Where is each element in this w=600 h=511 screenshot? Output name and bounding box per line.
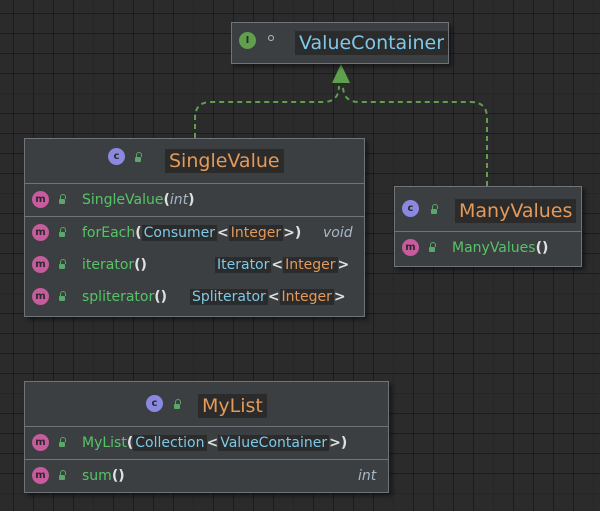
return-type: int bbox=[358, 468, 377, 484]
method-icon: m bbox=[402, 239, 419, 256]
my-list-constructors: m MyList(Collection < ValueContainer >) bbox=[25, 427, 388, 460]
constructor-signature: ManyValues() bbox=[452, 240, 549, 256]
param-type: Collection bbox=[133, 435, 207, 451]
method-icon: m bbox=[32, 256, 49, 273]
class-icon: c bbox=[108, 148, 125, 165]
lock-icon bbox=[59, 470, 66, 480]
single-value-header: c SingleValue bbox=[25, 139, 364, 184]
method-name: sum bbox=[82, 468, 112, 484]
value-container-title: ValueContainer bbox=[295, 31, 449, 55]
lock-icon bbox=[59, 291, 66, 301]
method-row-foreach[interactable]: m forEach(Consumer < Integer >) void bbox=[25, 217, 364, 249]
param-generic: ValueContainer bbox=[218, 435, 330, 451]
return-generic: Integer bbox=[283, 257, 338, 273]
method-icon: m bbox=[32, 467, 49, 484]
return-generic: Integer bbox=[279, 289, 334, 305]
method-name: forEach bbox=[82, 225, 136, 241]
iterator-return: Iterator < Integer > bbox=[215, 257, 350, 273]
lock-icon bbox=[135, 152, 142, 162]
lock-icon bbox=[59, 194, 66, 204]
method-name: iterator bbox=[82, 257, 135, 273]
my-list-class[interactable]: c MyList m MyList(Collection < ValueContai… bbox=[24, 381, 389, 493]
many-values-title: ManyValues bbox=[455, 199, 577, 223]
method-icon: m bbox=[32, 191, 49, 208]
lock-icon bbox=[59, 259, 66, 269]
method-icon: m bbox=[32, 288, 49, 305]
interface-icon: I bbox=[239, 32, 256, 49]
class-icon: c bbox=[402, 200, 419, 217]
method-row-spliterator[interactable]: m spliterator() Spliterator < Integer > bbox=[25, 281, 364, 313]
my-list-title: MyList bbox=[198, 394, 267, 418]
single-value-methods: m forEach(Consumer < Integer >) void m iter… bbox=[25, 217, 364, 313]
spliterator-return: Spliterator < Integer > bbox=[190, 289, 346, 305]
method-name: spliterator bbox=[82, 289, 155, 305]
my-list-methods: m sum() int bbox=[25, 460, 388, 492]
lock-icon bbox=[174, 399, 181, 409]
iterator-signature: iterator() bbox=[82, 257, 147, 273]
my-list-constructor-row[interactable]: m MyList(Collection < ValueContainer >) bbox=[25, 427, 388, 459]
param-generic: Integer bbox=[228, 225, 284, 241]
return-type: void bbox=[323, 225, 353, 241]
lock-icon bbox=[429, 242, 436, 252]
method-row-iterator[interactable]: m iterator() Iterator < Integer > bbox=[25, 249, 364, 281]
constructor-name: MyList bbox=[82, 435, 127, 451]
visibility-package-icon bbox=[268, 35, 274, 41]
sum-signature: sum() bbox=[82, 468, 125, 484]
class-icon: c bbox=[146, 395, 163, 412]
lock-icon bbox=[59, 227, 66, 237]
spliterator-signature: spliterator() bbox=[82, 289, 168, 305]
many-values-header: c ManyValues bbox=[395, 187, 581, 232]
my-list-header: c MyList bbox=[25, 382, 388, 427]
many-values-class[interactable]: c ManyValues m ManyValues() bbox=[394, 186, 582, 267]
single-value-title: SingleValue bbox=[165, 149, 284, 173]
many-values-constructors: m ManyValues() bbox=[395, 232, 581, 264]
value-container-interface[interactable]: I ValueContainer bbox=[231, 22, 449, 64]
single-value-constructors: m SingleValue(int) bbox=[25, 184, 364, 217]
constructor-param: int bbox=[169, 192, 189, 208]
realization-arrowhead bbox=[332, 64, 350, 83]
lock-icon bbox=[59, 437, 66, 447]
method-icon: m bbox=[32, 434, 49, 451]
constructor-name: SingleValue bbox=[82, 192, 164, 208]
single-value-constructor-row[interactable]: m SingleValue(int) bbox=[25, 184, 364, 216]
return-type: Iterator bbox=[215, 257, 272, 273]
param-type: Consumer bbox=[141, 225, 218, 241]
method-row-sum[interactable]: m sum() int bbox=[25, 460, 388, 492]
foreach-signature: forEach(Consumer < Integer >) bbox=[82, 225, 302, 241]
many-values-constructor-row[interactable]: m ManyValues() bbox=[395, 232, 581, 264]
method-icon: m bbox=[32, 224, 49, 241]
single-value-realization-edge bbox=[194, 85, 340, 138]
single-value-class[interactable]: c SingleValue m SingleValue(int) m forEa… bbox=[24, 138, 365, 317]
return-type: Spliterator bbox=[190, 289, 268, 305]
constructor-name: ManyValues bbox=[452, 240, 536, 256]
lock-icon bbox=[431, 204, 438, 214]
constructor-signature: MyList(Collection < ValueContainer >) bbox=[82, 435, 348, 451]
constructor-signature: SingleValue(int) bbox=[82, 192, 195, 208]
